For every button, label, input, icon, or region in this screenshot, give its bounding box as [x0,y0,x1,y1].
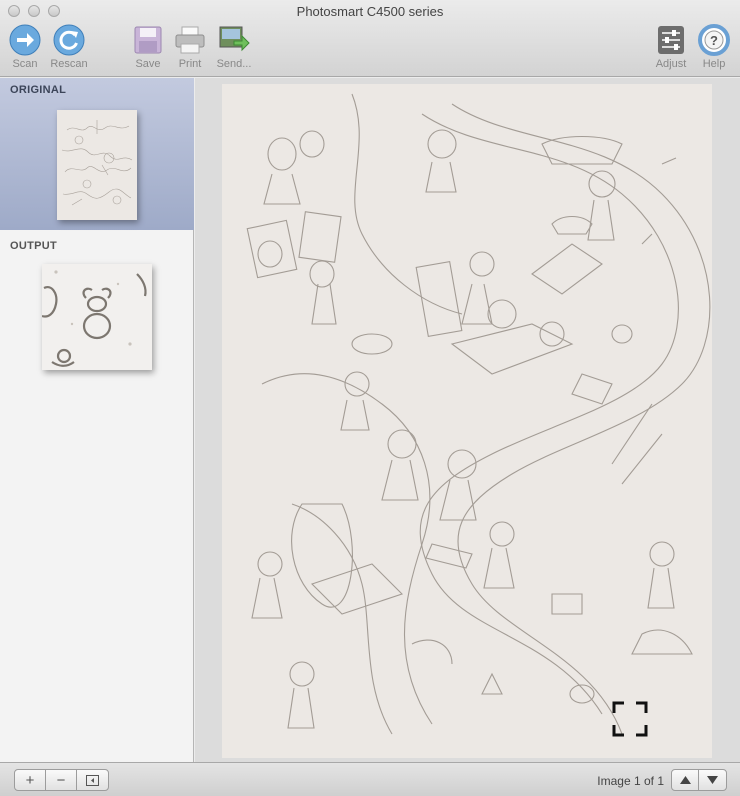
output-thumbnail[interactable] [42,264,152,370]
plus-icon: + [25,771,35,789]
preview-area [195,78,740,762]
image-pager [671,769,727,791]
rescan-label: Rescan [50,58,88,70]
arrow-up-icon [679,776,691,784]
bottom-bar: + − Image 1 of 1 [0,762,740,796]
printer-icon [174,24,206,56]
rescan-button[interactable]: Rescan [42,24,96,70]
arrow-down-icon [707,776,718,784]
original-thumbnail[interactable] [57,110,137,220]
sidebar: ORIGINAL OUTPUT [0,78,194,762]
window-title: Photosmart C4500 series [296,4,444,19]
panel-toggle-icon [86,774,99,786]
original-section-header: ORIGINAL [10,84,67,96]
add-image-button[interactable]: + [15,770,46,790]
crop-selection-marker[interactable] [612,701,648,737]
minus-icon: − [56,771,66,789]
send-label: Send... [216,58,252,70]
scanned-page-preview[interactable] [222,84,712,758]
output-section-header: OUTPUT [10,240,58,252]
previous-image-button[interactable] [672,770,699,790]
svg-text:?: ? [710,33,718,48]
rotate-circle-icon [53,24,85,56]
next-image-button[interactable] [699,770,726,790]
help-lifebuoy-icon: ? [698,24,730,56]
help-label: Help [702,58,726,70]
help-button[interactable]: ? Help [687,24,740,70]
image-actions-segment: + − [14,769,109,791]
remove-image-button[interactable]: − [46,770,77,790]
floppy-disk-icon [132,24,164,56]
arrow-right-circle-icon [9,24,41,56]
panel-toggle-button[interactable] [77,770,108,790]
image-count: Image 1 of 1 [597,774,664,788]
send-button[interactable]: Send... [207,24,261,70]
output-section-header-wrap: OUTPUT [0,234,194,256]
app-window: Photosmart C4500 series Scan Rescan Save… [0,0,740,796]
send-image-icon [218,24,250,56]
sliders-icon [655,24,687,56]
toolbar: Photosmart C4500 series Scan Rescan Save… [0,0,740,77]
original-section[interactable]: ORIGINAL [0,78,194,230]
